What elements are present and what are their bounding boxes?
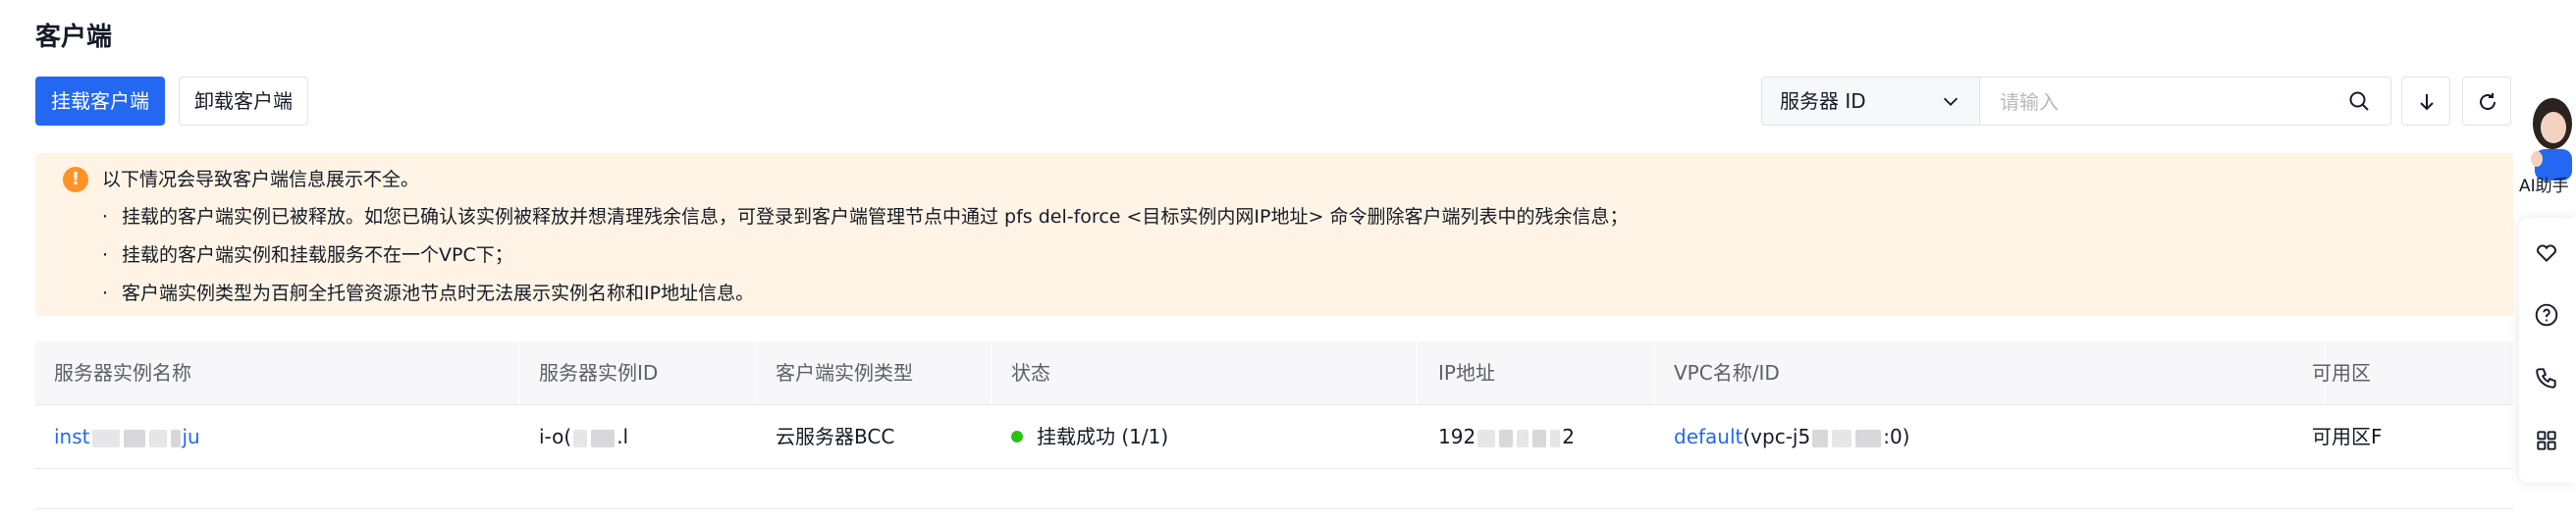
- search-input[interactable]: [1998, 78, 2335, 127]
- apps-icon: [2537, 431, 2556, 450]
- column-header-zone: 可用区: [2312, 361, 2371, 385]
- column-header-ip: IP地址: [1438, 361, 1495, 385]
- table-header: 服务器实例名称 服务器实例ID 客户端实例类型 状态 IP地址 VPC名称/ID…: [35, 341, 2513, 405]
- mount-client-button[interactable]: 挂载客户端: [35, 77, 165, 126]
- phone-icon: [2536, 368, 2556, 389]
- apps-button[interactable]: [2517, 410, 2576, 469]
- table-row: inst ju i-o(.l 云服务器BCC 挂载成功 (1/1) 192 2 de…: [35, 405, 2513, 469]
- search-icon[interactable]: [2347, 89, 2371, 113]
- favorite-icon: [2537, 244, 2556, 263]
- search-box: [1979, 77, 2391, 127]
- availability-zone: 可用区F: [2312, 425, 2383, 448]
- alert-item: · 客户端实例类型为百舸全托管资源池节点时无法展示实例名称和IP地址信息。: [102, 283, 755, 304]
- instance-id: i-o(.l: [539, 425, 629, 448]
- help-icon: [2535, 303, 2558, 327]
- alert-item: · 挂载的客户端实例已被释放。如您已确认该实例被释放并想清理残余信息，可登录到客户…: [102, 206, 1629, 228]
- instance-type: 云服务器BCC: [776, 425, 895, 448]
- warning-icon: !: [63, 167, 88, 192]
- ai-assistant-avatar[interactable]: [2525, 90, 2574, 181]
- refresh-icon: [2480, 93, 2496, 110]
- column-header-instance-name: 服务器实例名称: [54, 361, 191, 385]
- download-button[interactable]: [2401, 77, 2450, 126]
- vpc-cell: default(vpc-j5:0): [1674, 425, 1910, 448]
- filter-field-select[interactable]: 服务器 ID: [1761, 77, 1979, 126]
- download-icon: [2420, 94, 2434, 111]
- favorite-button[interactable]: [2517, 222, 2576, 281]
- vpc-name-link[interactable]: default: [1674, 425, 1743, 448]
- instance-name-link[interactable]: inst ju: [54, 405, 200, 468]
- chevron-down-icon: [1943, 97, 1959, 106]
- status-success-dot: [1011, 430, 1023, 442]
- unmount-client-button[interactable]: 卸载客户端: [179, 77, 308, 126]
- page-title: 客户端: [35, 23, 113, 52]
- status-cell: 挂载成功 (1/1): [1011, 405, 1168, 468]
- table-bottom-divider: [35, 508, 2513, 509]
- alert-heading: 以下情况会导致客户端信息展示不全。: [102, 169, 420, 190]
- filter-field-value: 服务器 ID: [1780, 89, 1866, 113]
- warning-alert: ! 以下情况会导致客户端信息展示不全。 · 挂载的客户端实例已被释放。如您已确认该…: [35, 153, 2513, 316]
- ai-assistant-label[interactable]: AI助手: [2519, 175, 2569, 198]
- phone-button[interactable]: [2517, 347, 2576, 406]
- refresh-button[interactable]: [2462, 77, 2511, 126]
- column-header-status: 状态: [1011, 361, 1050, 385]
- help-button[interactable]: [2517, 285, 2576, 343]
- ip-address: 192 2: [1438, 425, 1575, 448]
- alert-item: · 挂载的客户端实例和挂载服务不在一个VPC下；: [102, 244, 513, 266]
- column-header-instance-id: 服务器实例ID: [539, 361, 659, 385]
- column-header-vpc: VPC名称/ID: [1674, 361, 1780, 385]
- column-header-instance-type: 客户端实例类型: [776, 361, 913, 385]
